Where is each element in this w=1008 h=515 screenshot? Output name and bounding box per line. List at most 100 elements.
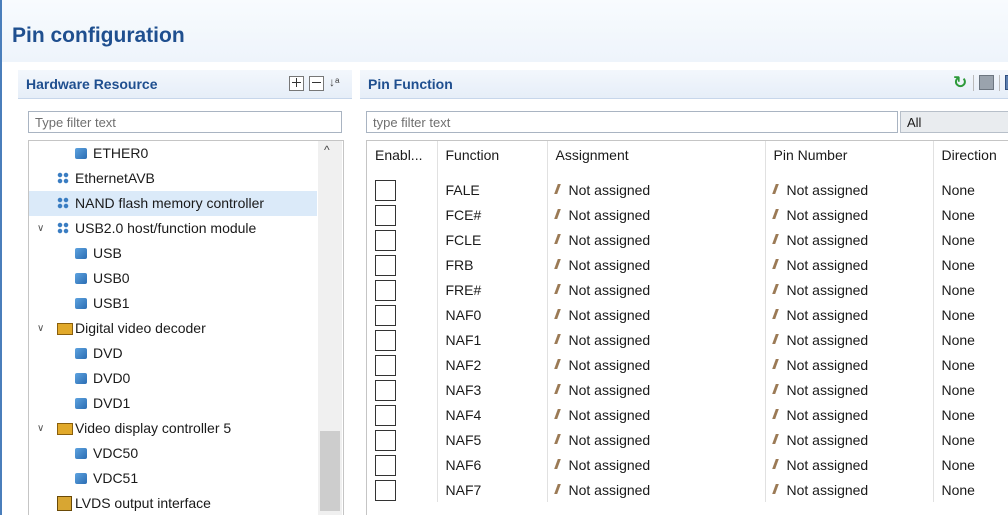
- table-row[interactable]: FCE# Not assigned Not assigned None: [367, 202, 1008, 227]
- enable-checkbox[interactable]: [375, 304, 396, 326]
- table-row[interactable]: NAF0 Not assigned Not assigned None: [367, 302, 1008, 327]
- tree-item[interactable]: ∨ Video display controller 5: [29, 416, 317, 441]
- tree-item[interactable]: DVD0: [29, 366, 317, 391]
- tree-item[interactable]: USB: [29, 241, 317, 266]
- collapse-all-icon[interactable]: [309, 76, 324, 91]
- pin-number-cell[interactable]: Not assigned: [765, 302, 934, 327]
- pin-number-cell[interactable]: Not assigned: [765, 277, 934, 302]
- table-row[interactable]: NAF4 Not assigned Not assigned None: [367, 402, 1008, 427]
- pin-number-cell[interactable]: Not assigned: [765, 352, 934, 377]
- column-header-function[interactable]: Function: [437, 141, 548, 177]
- scope-select[interactable]: All: [900, 111, 1008, 133]
- pin-number-cell[interactable]: Not assigned: [765, 227, 934, 252]
- function-cell: NAF4: [437, 402, 548, 427]
- chevron-down-icon[interactable]: ∨: [37, 416, 49, 441]
- tree-item[interactable]: EthernetAVB: [29, 166, 317, 191]
- assignment-cell[interactable]: Not assigned: [547, 427, 766, 452]
- refresh-icon[interactable]: ↻: [953, 74, 968, 91]
- assignment-cell[interactable]: Not assigned: [547, 177, 766, 202]
- tree-item[interactable]: NAND flash memory controller: [29, 191, 317, 216]
- assignment-cell[interactable]: Not assigned: [547, 352, 766, 377]
- tree-item[interactable]: USB1: [29, 291, 317, 316]
- table-row[interactable]: FCLE Not assigned Not assigned None: [367, 227, 1008, 252]
- direction-cell: None: [941, 481, 975, 498]
- assignment-cell[interactable]: Not assigned: [547, 202, 766, 227]
- pin-function-table: Enabl... Function Assignment Pin Number …: [366, 140, 1008, 515]
- pin-number-cell[interactable]: Not assigned: [765, 427, 934, 452]
- pin-number-cell[interactable]: Not assigned: [765, 177, 934, 202]
- column-header-pin-number[interactable]: Pin Number: [765, 141, 934, 177]
- table-row[interactable]: FRE# Not assigned Not assigned None: [367, 277, 1008, 302]
- tree-item[interactable]: VDC51: [29, 466, 317, 491]
- pin-number-cell[interactable]: Not assigned: [765, 477, 934, 502]
- assignment-cell[interactable]: Not assigned: [547, 402, 766, 427]
- assignment-cell[interactable]: Not assigned: [547, 477, 766, 502]
- pin-number-cell[interactable]: Not assigned: [765, 377, 934, 402]
- table-row[interactable]: NAF2 Not assigned Not assigned None: [367, 352, 1008, 377]
- table-row[interactable]: NAF6 Not assigned Not assigned None: [367, 452, 1008, 477]
- enable-checkbox[interactable]: [375, 354, 396, 376]
- pencil-icon: [771, 358, 779, 369]
- pin-number-cell[interactable]: Not assigned: [765, 202, 934, 227]
- enable-checkbox[interactable]: [375, 379, 396, 401]
- enable-checkbox[interactable]: [375, 254, 396, 276]
- enable-checkbox[interactable]: [375, 454, 396, 476]
- enable-checkbox[interactable]: [375, 204, 396, 226]
- chevron-down-icon[interactable]: ∨: [37, 316, 49, 341]
- function-cell: NAF0: [437, 302, 548, 327]
- assignment-cell[interactable]: Not assigned: [547, 302, 766, 327]
- pencil-icon: [771, 333, 779, 344]
- tree-item[interactable]: LVDS output interface: [29, 491, 317, 515]
- tree-item[interactable]: ∨ Digital video decoder: [29, 316, 317, 341]
- function-cell: NAF6: [437, 452, 548, 477]
- enable-checkbox[interactable]: [375, 429, 396, 451]
- table-row[interactable]: FRB Not assigned Not assigned None: [367, 252, 1008, 277]
- tree-item[interactable]: VDC50: [29, 441, 317, 466]
- sort-icon[interactable]: ↓ᵃ: [329, 75, 344, 90]
- column-header-enabled[interactable]: Enabl...: [367, 141, 438, 177]
- column-header-assignment[interactable]: Assignment: [547, 141, 766, 177]
- table-row[interactable]: NAF1 Not assigned Not assigned None: [367, 327, 1008, 352]
- hardware-toolbar: ↓ᵃ: [289, 75, 344, 91]
- assignment-cell[interactable]: Not assigned: [547, 377, 766, 402]
- hardware-filter-input[interactable]: [28, 111, 342, 133]
- enable-checkbox[interactable]: [375, 229, 396, 251]
- expand-all-icon[interactable]: [289, 76, 304, 91]
- enabled-cell: [367, 252, 438, 277]
- tree-item[interactable]: USB0: [29, 266, 317, 291]
- scroll-thumb[interactable]: [320, 431, 340, 511]
- scroll-up-icon[interactable]: ^: [324, 143, 330, 157]
- pencil-icon: [771, 183, 779, 194]
- column-header-direction[interactable]: Direction: [933, 141, 1008, 177]
- table-row[interactable]: FALE Not assigned Not assigned None: [367, 177, 1008, 202]
- table-row[interactable]: NAF3 Not assigned Not assigned None: [367, 377, 1008, 402]
- tree-item[interactable]: ∨ USB2.0 host/function module: [29, 216, 317, 241]
- chevron-down-icon[interactable]: ∨: [37, 216, 49, 241]
- enable-checkbox[interactable]: [375, 404, 396, 426]
- pin-number-cell[interactable]: Not assigned: [765, 452, 934, 477]
- assignment-cell[interactable]: Not assigned: [547, 452, 766, 477]
- direction-cell: None: [941, 256, 975, 273]
- table-row[interactable]: NAF7 Not assigned Not assigned None: [367, 477, 1008, 502]
- tree-item-label: DVD: [93, 345, 123, 361]
- assignment-cell[interactable]: Not assigned: [547, 327, 766, 352]
- assignment-cell[interactable]: Not assigned: [547, 252, 766, 277]
- enable-checkbox[interactable]: [375, 279, 396, 301]
- enable-checkbox[interactable]: [375, 479, 396, 501]
- pin-function-filter-input[interactable]: [366, 111, 898, 133]
- tree-item[interactable]: ETHER0: [29, 141, 317, 166]
- title-bar: Pin configuration: [2, 0, 1008, 62]
- assignment-cell[interactable]: Not assigned: [547, 227, 766, 252]
- pin-number-cell[interactable]: Not assigned: [765, 402, 934, 427]
- enable-checkbox[interactable]: [375, 329, 396, 351]
- grid-icon[interactable]: [979, 75, 994, 90]
- tree-item[interactable]: DVD: [29, 341, 317, 366]
- pin-number-cell[interactable]: Not assigned: [765, 327, 934, 352]
- enable-checkbox[interactable]: [375, 179, 396, 201]
- assignment-cell[interactable]: Not assigned: [547, 277, 766, 302]
- pin-number-cell[interactable]: Not assigned: [765, 252, 934, 277]
- pin-function-header: Pin Function ↻: [360, 70, 1008, 99]
- tree-item[interactable]: DVD1: [29, 391, 317, 416]
- table-row[interactable]: NAF5 Not assigned Not assigned None: [367, 427, 1008, 452]
- tree-scrollbar[interactable]: ^: [318, 141, 342, 515]
